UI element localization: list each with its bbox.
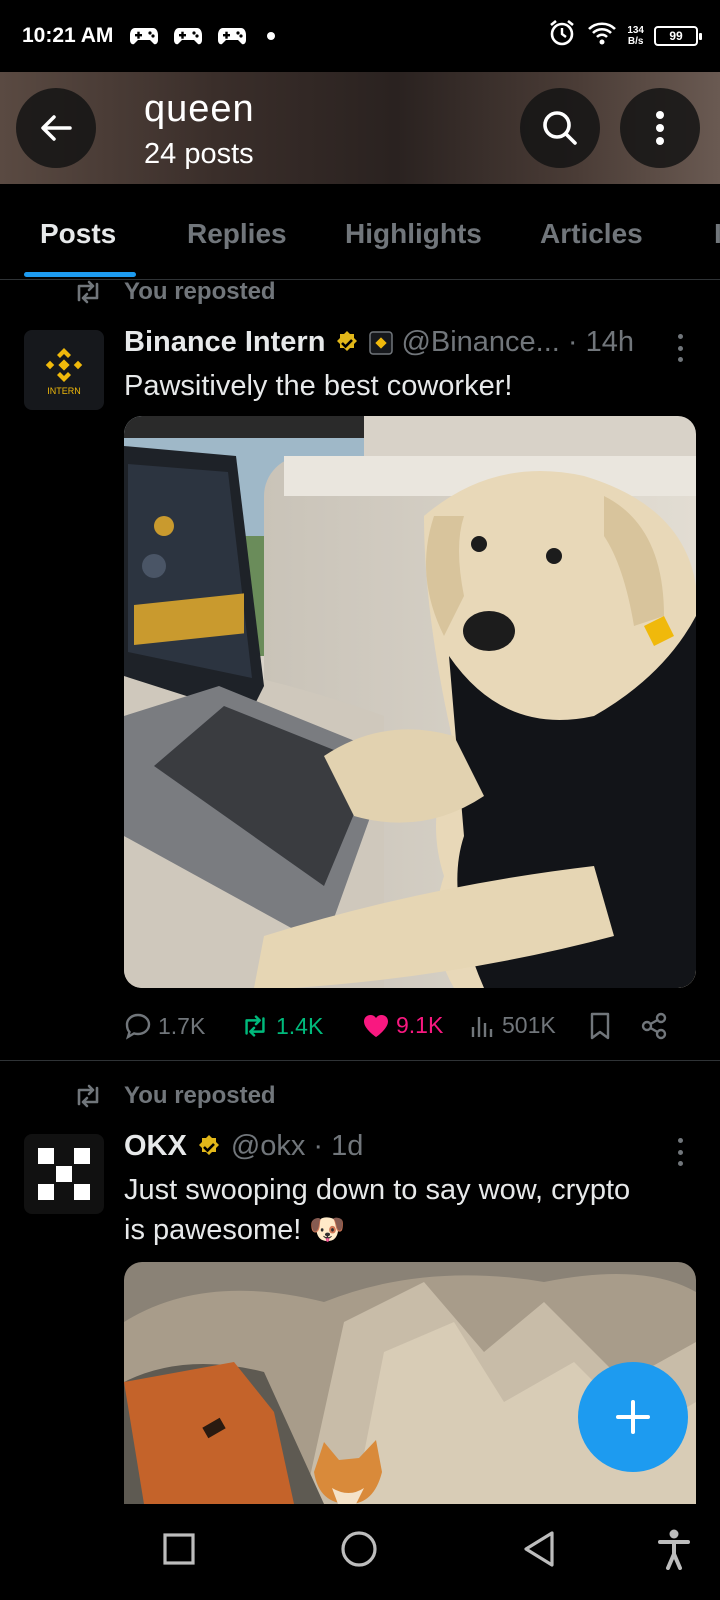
gamepad-icon <box>217 25 247 47</box>
search-button[interactable] <box>520 88 600 168</box>
reply-icon <box>125 1013 151 1040</box>
more-vertical-icon <box>656 111 664 145</box>
plus-icon <box>616 1400 650 1434</box>
home-icon[interactable] <box>340 1530 378 1568</box>
share-button[interactable] <box>640 1012 668 1040</box>
reply-button[interactable]: 1.7K <box>124 1012 205 1040</box>
repost-icon <box>245 1015 265 1037</box>
repost-icon <box>77 1084 99 1108</box>
tab-more-partial[interactable]: I <box>714 218 720 250</box>
compose-button[interactable] <box>578 1362 688 1472</box>
repost-button[interactable]: 1.4K <box>240 1012 323 1040</box>
post-text: Just swooping down to say wow, crypto is… <box>124 1174 631 1246</box>
like-button[interactable]: 9.1K <box>362 1012 443 1039</box>
post-actions: 1.7K 1.4K 9.1K 501K <box>124 1006 696 1046</box>
avatar[interactable]: INTERN <box>24 330 104 410</box>
okx-logo-icon <box>38 1148 90 1200</box>
back-nav-icon[interactable] <box>522 1530 556 1568</box>
affiliate-badge-icon <box>369 330 394 355</box>
status-time: 10:21 AM <box>22 24 114 47</box>
tab-articles[interactable]: Articles <box>540 218 643 250</box>
repost-label: You reposted <box>72 1082 276 1110</box>
alarm-icon <box>547 18 577 54</box>
post-time: · 1d <box>313 1130 364 1162</box>
post-author-line: OKX @okx · 1d <box>124 1130 363 1163</box>
post-count: 24 posts <box>144 138 254 170</box>
avatar-label: INTERN <box>47 386 81 396</box>
post-more-button[interactable] <box>676 334 684 362</box>
repost-label: You reposted <box>72 278 276 306</box>
gamepad-icon <box>173 25 203 47</box>
views-icon <box>471 1016 493 1037</box>
avatar[interactable] <box>24 1134 104 1214</box>
post-image[interactable] <box>124 416 696 988</box>
status-bar: 10:21 AM 134 B/s 99 <box>0 0 720 72</box>
tab-replies[interactable]: Replies <box>187 218 287 250</box>
search-icon <box>543 111 577 145</box>
back-button[interactable] <box>16 88 96 168</box>
post-divider <box>0 1060 720 1061</box>
bookmark-icon <box>590 1012 610 1040</box>
tab-highlights[interactable]: Highlights <box>345 218 482 250</box>
page-title: queen <box>144 88 255 130</box>
verified-badge-icon <box>198 1134 219 1155</box>
notification-dot-icon <box>267 32 276 40</box>
author-handle[interactable]: @Binance... <box>401 326 559 359</box>
network-speed: 134 B/s <box>627 25 644 47</box>
post-text: Pawsitively the best coworker! <box>124 370 513 402</box>
author-handle[interactable]: @okx <box>231 1130 306 1163</box>
views-button[interactable]: 501K <box>470 1012 556 1039</box>
author-name[interactable]: OKX <box>124 1130 187 1163</box>
heart-icon <box>364 1014 388 1037</box>
share-icon <box>641 1012 667 1040</box>
bookmark-button[interactable] <box>588 1012 612 1040</box>
system-nav-bar <box>0 1504 720 1600</box>
binance-logo-icon <box>45 348 83 382</box>
wifi-icon <box>587 20 617 52</box>
post-more-button[interactable] <box>676 1138 684 1166</box>
back-arrow-icon <box>41 115 72 141</box>
recents-icon[interactable] <box>162 1532 196 1566</box>
verified-badge-icon <box>337 330 358 351</box>
battery-icon: 99 <box>654 26 702 46</box>
profile-tabs: Posts Replies Highlights Articles I <box>0 184 720 280</box>
more-options-button[interactable] <box>620 88 700 168</box>
gamepad-icon <box>129 25 159 47</box>
accessibility-icon[interactable] <box>656 1528 692 1570</box>
profile-header: queen 24 posts <box>0 72 720 184</box>
repost-icon <box>77 280 99 304</box>
post-time: · 14h <box>567 326 634 358</box>
active-tab-indicator <box>24 272 136 277</box>
author-name[interactable]: Binance Intern <box>124 326 325 359</box>
tab-posts[interactable]: Posts <box>40 218 116 250</box>
post-author-line: Binance Intern @Binance... · 14h <box>124 326 634 359</box>
